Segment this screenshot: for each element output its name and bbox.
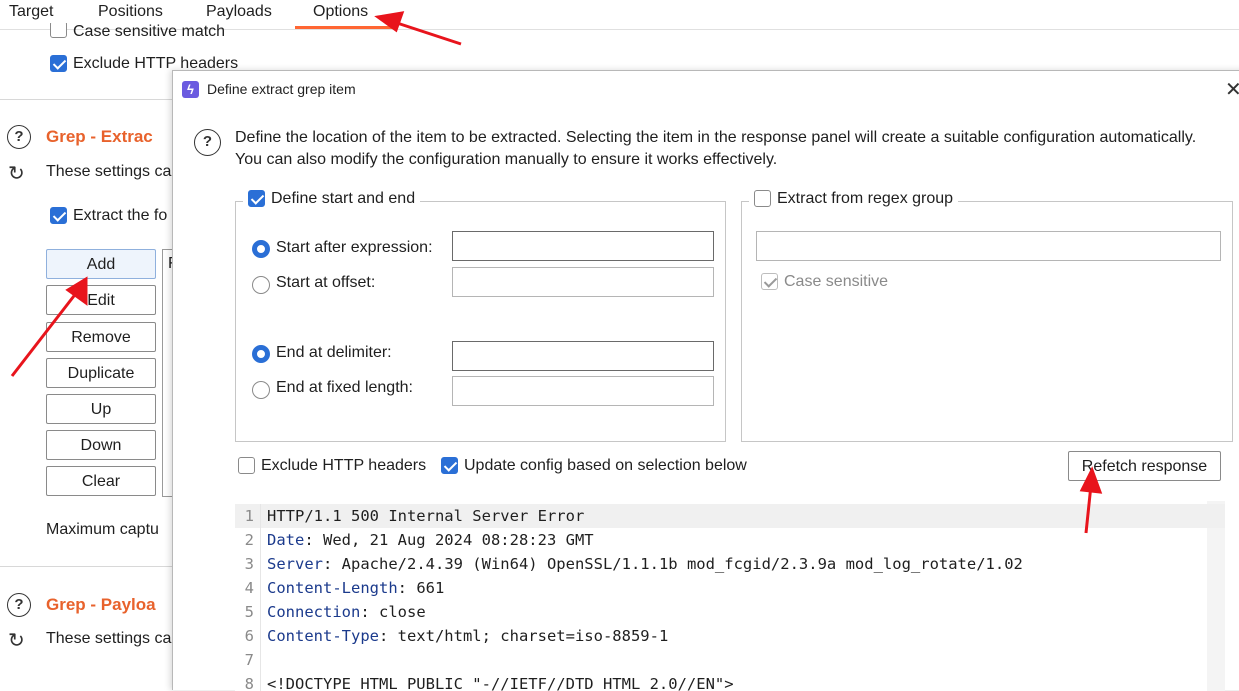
line-number: 7 xyxy=(235,648,261,672)
clear-button[interactable]: Clear xyxy=(46,466,156,496)
down-button[interactable]: Down xyxy=(46,430,156,460)
case-sensitive-match-checkbox[interactable] xyxy=(50,23,67,39)
header-value: : Apache/2.4.39 (Win64) OpenSSL/1.1.1b m… xyxy=(323,555,1023,573)
header-value: : close xyxy=(360,603,426,621)
start-after-expression-input[interactable] xyxy=(452,231,714,261)
case-sensitive-checkbox[interactable] xyxy=(761,273,778,291)
header-value: HTTP/1.1 500 Internal Server Error xyxy=(267,507,585,525)
define-start-end-checkbox[interactable] xyxy=(248,190,265,208)
response-line[interactable]: 4 Content-Length: 661 xyxy=(235,576,1225,600)
header-name: Connection xyxy=(267,603,361,621)
end-at-fixed-length-input[interactable] xyxy=(452,376,714,406)
grep-extract-desc: These settings ca xyxy=(46,163,172,180)
header-value: <!DOCTYPE HTML PUBLIC "-//IETF//DTD HTML… xyxy=(267,675,734,691)
refresh-icon[interactable]: ↻ xyxy=(8,161,25,186)
help-icon[interactable]: ? xyxy=(7,593,31,617)
line-number: 2 xyxy=(235,528,261,552)
regex-input[interactable] xyxy=(756,231,1221,261)
update-config-row[interactable]: Update config based on selection below xyxy=(441,457,747,475)
add-button[interactable]: Add xyxy=(46,249,156,279)
header-name: Server xyxy=(267,555,323,573)
extract-following-row[interactable]: Extract the fo xyxy=(50,207,167,225)
edit-button[interactable]: Edit xyxy=(46,285,156,315)
header-name: Date xyxy=(267,531,305,549)
update-config-label: Update config based on selection below xyxy=(464,457,747,474)
tab-options[interactable]: Options xyxy=(313,3,368,21)
refresh-icon[interactable]: ↻ xyxy=(8,628,25,653)
extract-regex-legend[interactable]: Extract from regex group xyxy=(749,190,959,208)
line-number: 4 xyxy=(235,576,261,600)
end-at-delimiter-input[interactable] xyxy=(452,341,714,371)
header-value: : text/html; charset=iso-8859-1 xyxy=(378,627,669,645)
response-line[interactable]: 6 Content-Type: text/html; charset=iso-88… xyxy=(235,624,1225,648)
line-number: 3 xyxy=(235,552,261,576)
define-extract-grep-item-dialog: ϟ Define extract grep item ✕ ? Define th… xyxy=(172,70,1239,691)
exclude-http-headers-checkbox[interactable] xyxy=(50,55,67,73)
extract-following-label: Extract the fo xyxy=(73,207,168,224)
response-line[interactable]: 2 Date: Wed, 21 Aug 2024 08:28:23 GMT xyxy=(235,528,1225,552)
extract-regex-checkbox[interactable] xyxy=(754,190,771,208)
response-line[interactable]: 5 Connection: close xyxy=(235,600,1225,624)
divider xyxy=(0,566,172,567)
end-at-delimiter-label: End at delimiter: xyxy=(276,344,392,361)
dialog-titlebar[interactable]: ϟ Define extract grep item ✕ xyxy=(173,71,1239,107)
response-line[interactable]: 1 HTTP/1.1 500 Internal Server Error xyxy=(235,504,1225,528)
exclude-headers-row[interactable]: Exclude HTTP headers xyxy=(238,457,426,475)
up-button[interactable]: Up xyxy=(46,394,156,424)
remove-button[interactable]: Remove xyxy=(46,322,156,352)
case-sensitive-label: Case sensitive xyxy=(784,273,889,290)
grep-extract-title: Grep - Extrac xyxy=(46,127,153,146)
start-after-expression-label: Start after expression: xyxy=(276,239,433,256)
response-line[interactable]: 3 Server: Apache/2.4.39 (Win64) OpenSSL/1… xyxy=(235,552,1225,576)
start-after-expression-radio[interactable] xyxy=(252,240,270,258)
help-icon[interactable]: ? xyxy=(7,125,31,149)
divider xyxy=(0,99,172,100)
help-icon[interactable]: ? xyxy=(194,129,221,156)
end-at-fixed-length-radio[interactable] xyxy=(252,381,270,399)
extract-regex-label: Extract from regex group xyxy=(777,190,954,207)
header-name: Content-Length xyxy=(267,579,398,597)
case-sensitive-match-row[interactable]: Case sensitive match xyxy=(50,23,225,41)
header-name: Content-Type xyxy=(267,627,379,645)
response-editor[interactable]: 1 HTTP/1.1 500 Internal Server Error 2 Date… xyxy=(235,501,1225,691)
extract-following-checkbox[interactable] xyxy=(50,207,67,225)
line-number: 5 xyxy=(235,600,261,624)
define-start-end-legend[interactable]: Define start and end xyxy=(243,190,421,208)
update-config-checkbox[interactable] xyxy=(441,457,458,475)
grep-payloads-title: Grep - Payloa xyxy=(46,595,156,614)
header-value: : Wed, 21 Aug 2024 08:28:23 GMT xyxy=(304,531,594,549)
start-at-offset-label: Start at offset: xyxy=(276,274,376,291)
duplicate-button[interactable]: Duplicate xyxy=(46,358,156,388)
tab-positions[interactable]: Positions xyxy=(98,3,163,21)
burp-logo-icon: ϟ xyxy=(182,81,199,98)
define-start-end-label: Define start and end xyxy=(271,190,416,207)
end-at-fixed-length-label: End at fixed length: xyxy=(276,379,413,396)
header-value: : 661 xyxy=(397,579,445,597)
end-at-delimiter-radio[interactable] xyxy=(252,345,270,363)
line-number: 6 xyxy=(235,624,261,648)
response-line[interactable]: 7 xyxy=(235,648,1225,672)
dialog-description: Define the location of the item to be ex… xyxy=(235,129,1197,168)
maximum-capture-label: Maximum captu xyxy=(46,521,159,538)
case-sensitive-match-label: Case sensitive match xyxy=(73,23,226,40)
exclude-headers-checkbox[interactable] xyxy=(238,457,255,475)
line-number: 1 xyxy=(235,504,261,528)
active-tab-indicator xyxy=(295,26,395,29)
close-icon[interactable]: ✕ xyxy=(1225,77,1239,102)
start-at-offset-radio[interactable] xyxy=(252,276,270,294)
case-sensitive-row[interactable]: Case sensitive xyxy=(761,273,888,291)
tab-target[interactable]: Target xyxy=(9,3,53,21)
exclude-headers-label: Exclude HTTP headers xyxy=(261,457,427,474)
grep-payloads-desc: These settings ca xyxy=(46,630,172,647)
refetch-response-button[interactable]: Refetch response xyxy=(1068,451,1221,481)
start-at-offset-input[interactable] xyxy=(452,267,714,297)
dialog-title: Define extract grep item xyxy=(207,81,356,97)
tab-payloads[interactable]: Payloads xyxy=(206,3,272,21)
